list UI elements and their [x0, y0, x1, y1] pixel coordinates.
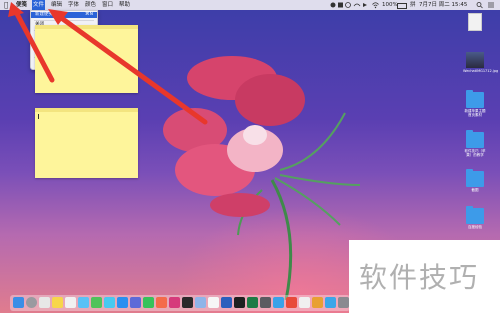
- image-thumbnail-icon: [466, 52, 484, 68]
- app-icon[interactable]: [130, 297, 141, 308]
- word-icon[interactable]: [221, 297, 232, 308]
- dock: [10, 295, 350, 311]
- menu-help[interactable]: 帮助: [118, 0, 131, 10]
- sticky-note-title-bar[interactable]: [35, 25, 138, 29]
- wifi-icon[interactable]: [372, 0, 379, 10]
- menu-file[interactable]: 文件: [32, 0, 46, 10]
- desktop-icon-label: 截图: [471, 188, 479, 192]
- menu-window[interactable]: 窗口: [101, 0, 114, 10]
- safari-icon[interactable]: [104, 297, 115, 308]
- desktop-icon-image[interactable]: WechatIMG1712.jpg: [463, 52, 499, 73]
- desktop-icon-folder[interactable]: 截图: [463, 169, 487, 192]
- folder-icon: [466, 130, 484, 148]
- excel-icon[interactable]: [247, 297, 258, 308]
- battery-icon[interactable]: [397, 3, 407, 9]
- music-icon[interactable]: [156, 297, 167, 308]
- reminders-icon[interactable]: [65, 297, 76, 308]
- terminal-icon[interactable]: [234, 297, 245, 308]
- menu-edit[interactable]: 编辑: [50, 0, 63, 10]
- notes-icon[interactable]: [52, 297, 63, 308]
- downloads-folder-icon[interactable]: [325, 297, 336, 308]
- app-name-menu[interactable]: 便笺: [15, 0, 28, 10]
- trash-icon[interactable]: [338, 297, 349, 308]
- desktop-icon-label: 软件技巧（苹果）的教学: [464, 149, 486, 157]
- menu-item-shortcut: ⌘N: [85, 12, 93, 17]
- app-icon[interactable]: [286, 297, 297, 308]
- datetime[interactable]: 7月7日 周二 15:45: [419, 0, 467, 10]
- app-icon[interactable]: [312, 297, 323, 308]
- desktop-icon-label: WechatIMG1712.jpg: [463, 69, 499, 73]
- menu-separator: [34, 20, 94, 21]
- preview-icon[interactable]: [195, 297, 206, 308]
- desktop-icon-folder[interactable]: 百度经验: [463, 206, 487, 229]
- sticky-note-2[interactable]: [35, 108, 138, 178]
- notification-center-icon[interactable]: [487, 0, 495, 10]
- sticky-note-title-bar[interactable]: [35, 108, 138, 112]
- input-method[interactable]: 拼: [410, 0, 416, 10]
- launchpad-icon[interactable]: [26, 297, 37, 308]
- desktop-icon-folder[interactable]: 软件技巧（苹果）的教学: [463, 130, 487, 157]
- app-icon[interactable]: [273, 297, 284, 308]
- apple-icon[interactable]: : [4, 0, 8, 10]
- status-icons: [330, 2, 367, 8]
- folder-icon: [466, 90, 484, 108]
- desktop-icon-folder[interactable]: 新建苹果主题首页素材: [463, 90, 487, 117]
- document-icon: [468, 13, 482, 31]
- app-store-icon[interactable]: [117, 297, 128, 308]
- menu-bar:  便笺 文件 编辑 字体 颜色 窗口 帮助 100% 拼 7月7日 周二 15…: [0, 0, 500, 10]
- text-cursor: [38, 114, 39, 119]
- menu-item-label: 新建便笺: [35, 12, 53, 17]
- maps-icon[interactable]: [91, 297, 102, 308]
- textedit-icon[interactable]: [208, 297, 219, 308]
- system-preferences-icon[interactable]: [260, 297, 271, 308]
- watermark-text: 软件技巧: [359, 261, 480, 294]
- battery-percent: 100%: [382, 2, 398, 8]
- menu-color[interactable]: 颜色: [84, 0, 97, 10]
- desktop-icon-label: 百度经验: [468, 225, 482, 229]
- folder-icon: [466, 169, 484, 187]
- app-icon[interactable]: [182, 297, 193, 308]
- finder-icon[interactable]: [13, 297, 24, 308]
- menu-font[interactable]: 字体: [67, 0, 80, 10]
- app-icon[interactable]: [299, 297, 310, 308]
- search-icon[interactable]: [476, 0, 483, 10]
- app-icon[interactable]: [169, 297, 180, 308]
- calendar-icon[interactable]: [39, 297, 50, 308]
- photos-icon[interactable]: [78, 297, 89, 308]
- desktop-icon-file[interactable]: [463, 13, 487, 31]
- messages-icon[interactable]: [143, 297, 154, 308]
- menu-item-new-note[interactable]: 新建便笺 ⌘N: [31, 12, 97, 18]
- desktop-icon-label: 新建苹果主题首页素材: [464, 109, 486, 117]
- folder-icon: [466, 206, 484, 224]
- watermark: 软件技巧: [349, 240, 500, 313]
- sticky-note-1[interactable]: [35, 25, 138, 93]
